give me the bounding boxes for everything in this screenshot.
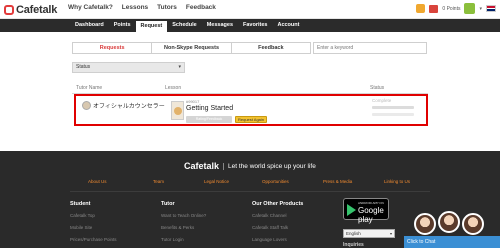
footer-link-benefits[interactable]: Benefits & Perks: [161, 225, 194, 230]
header-lesson: Lesson: [165, 85, 182, 91]
footer-heading-other-products: Our Other Products: [252, 201, 304, 207]
top-nav-tutors[interactable]: Tutors: [157, 4, 177, 11]
tab-requests[interactable]: Requests: [73, 43, 153, 53]
lesson-thumbnail[interactable]: [171, 101, 184, 120]
status-placeholder-bar: [372, 106, 414, 109]
top-nav-feedback[interactable]: Feedback: [186, 4, 216, 11]
top-bar: Cafetalk Why Cafetalk? Lessons Tutors Fe…: [0, 0, 500, 19]
chevron-down-icon: ▾: [389, 231, 392, 236]
tutor-avatar[interactable]: [82, 101, 91, 110]
request-tabs: Requests Non-Skype Requests Feedback: [72, 42, 311, 54]
logo-icon: [4, 4, 14, 15]
google-play-caption: ANDROID APP ON: [358, 201, 384, 205]
footer-link-legal-notice[interactable]: Legal Notice: [204, 179, 229, 184]
google-play-icon: [347, 204, 356, 216]
points-balance[interactable]: 0 Points: [442, 6, 460, 12]
user-avatar[interactable]: [464, 3, 476, 14]
support-staff-avatar[interactable]: [438, 211, 460, 233]
footer-tagline: Let the world spice up your life: [223, 162, 316, 170]
rating-feedback-button[interactable]: Rating/Feedback: [186, 116, 232, 123]
chevron-down-icon: ▾: [178, 64, 181, 70]
footer-link-team[interactable]: Team: [153, 179, 164, 184]
cafetalk-logo[interactable]: Cafetalk: [4, 2, 57, 17]
status-filter-select[interactable]: Status ▾: [72, 62, 185, 73]
footer-link-cafetalk-channel[interactable]: Cafetalk Channel: [252, 213, 287, 218]
footer-logo[interactable]: Cafetalk: [184, 161, 219, 171]
table-row: オフィシャルカウンセラー #99017 Getting Started Rati…: [74, 94, 428, 126]
support-staff-avatar[interactable]: [462, 213, 484, 235]
footer-link-linking-to-us[interactable]: Linking to Us: [384, 179, 410, 184]
table-header: Tutor Name Lesson Status: [72, 84, 428, 94]
nav-points[interactable]: Points: [109, 19, 136, 32]
main-nav: Dashboard Points Request Schedule Messag…: [0, 19, 500, 32]
footer-heading-tutor: Tutor: [161, 201, 175, 207]
header-tutor-name: Tutor Name: [76, 85, 103, 91]
nav-dashboard[interactable]: Dashboard: [70, 19, 109, 32]
footer-link-press-media[interactable]: Press & Media: [323, 179, 352, 184]
nav-messages[interactable]: Messages: [202, 19, 238, 32]
account-caret-icon[interactable]: ▾: [479, 6, 482, 12]
footer-links: About Us Team Legal Notice Opportunities…: [0, 179, 500, 189]
tab-feedback[interactable]: Feedback: [231, 43, 310, 53]
footer-link-staff-talk[interactable]: Cafetalk Staff Talk: [252, 225, 288, 230]
footer-link-teach-online[interactable]: Want to Teach Online?: [161, 213, 206, 218]
main-content: Requests Non-Skype Requests Feedback Sta…: [70, 32, 430, 151]
nav-favorites[interactable]: Favorites: [238, 19, 272, 32]
top-nav-why-cafetalk[interactable]: Why Cafetalk?: [68, 4, 113, 11]
top-nav: Why Cafetalk? Lessons Tutors Feedback: [68, 4, 216, 11]
footer-link-opportunities[interactable]: Opportunities: [262, 179, 289, 184]
tutor-name[interactable]: オフィシャルカウンセラー: [93, 101, 165, 110]
language-select[interactable]: English ▾: [343, 229, 395, 238]
google-play-badge[interactable]: ANDROID APP ON Google play: [343, 198, 389, 224]
support-staff-avatar[interactable]: [414, 213, 436, 235]
footer-link-prices[interactable]: Prices/Purchase Points: [70, 237, 117, 242]
footer-link-about-us[interactable]: About Us: [88, 179, 107, 184]
footer: Cafetalk Let the world spice up your lif…: [0, 151, 500, 248]
footer-link-cafetalk-top[interactable]: Cafetalk Top: [70, 213, 95, 218]
footer-link-mobile-site[interactable]: Mobile Site: [70, 225, 92, 230]
nav-account[interactable]: Account: [272, 19, 304, 32]
lesson-id: #99017: [186, 99, 200, 104]
search-input[interactable]: [313, 42, 427, 54]
status-filter-value: Status: [76, 64, 91, 70]
logo-text: Cafetalk: [16, 3, 58, 16]
status-label: Complete: [372, 98, 392, 103]
gift-icon[interactable]: [429, 4, 439, 13]
footer-brand: Cafetalk Let the world spice up your lif…: [184, 161, 316, 171]
page: Cafetalk Why Cafetalk? Lessons Tutors Fe…: [0, 0, 500, 248]
top-nav-lessons[interactable]: Lessons: [122, 4, 148, 11]
language-value: English: [346, 231, 361, 236]
top-right-tools: 0 Points ▾: [416, 3, 496, 14]
header-status: Status: [370, 85, 385, 91]
request-again-button[interactable]: Request Again: [235, 116, 267, 123]
tab-non-skype-requests[interactable]: Non-Skype Requests: [152, 43, 232, 53]
uk-flag-icon[interactable]: [486, 5, 496, 12]
notification-bell-icon[interactable]: [416, 4, 426, 13]
footer-link-tutor-login[interactable]: Tutor Login: [161, 237, 184, 242]
footer-link-language-lovers[interactable]: Language Lovers: [252, 237, 287, 242]
google-play-label: Google play: [358, 206, 384, 224]
status-placeholder-bar: [372, 113, 414, 116]
lesson-title[interactable]: Getting Started: [186, 105, 233, 112]
footer-heading-inquiries: Inquiries: [343, 242, 364, 248]
nav-request[interactable]: Request: [135, 19, 168, 32]
chat-button[interactable]: Click to Chat: [404, 236, 500, 248]
footer-divider: [70, 191, 430, 192]
nav-schedule[interactable]: Schedule: [167, 19, 201, 32]
footer-heading-student: Student: [70, 201, 91, 207]
